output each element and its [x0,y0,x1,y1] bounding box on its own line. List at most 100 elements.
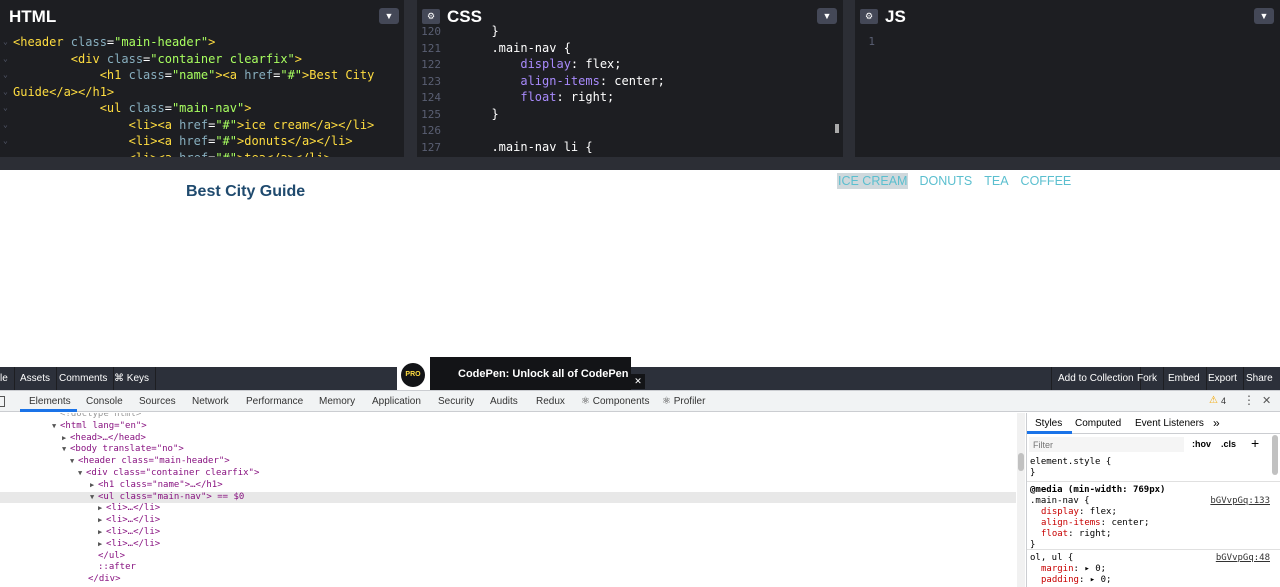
fold-chevron-icon[interactable]: ⌄ [3,51,8,68]
html-pane-menu-chevron-icon[interactable]: ▼ [379,8,399,24]
expand-arrow-icon[interactable]: ▶ [98,539,102,551]
expand-arrow-icon[interactable]: ▶ [98,527,102,539]
fork-button[interactable]: Fork [1131,367,1164,390]
computed-tab[interactable]: Computed [1075,418,1121,429]
editor-preview-resizer[interactable] [0,157,1280,170]
css-pane-menu-chevron-icon[interactable]: ▼ [817,8,837,24]
expand-arrow-icon[interactable]: ▶ [62,433,66,445]
expand-arrow-icon[interactable]: ▶ [90,480,94,492]
new-rule-plus-icon[interactable]: + [1251,435,1259,451]
inspect-element-icon[interactable] [0,396,5,407]
dom-node-row[interactable]: ::after [0,562,1016,574]
event-listeners-tab[interactable]: Event Listeners [1135,418,1204,429]
dom-node-row[interactable]: ▼ <ul class="main-nav"> == $0 [0,491,1016,504]
pro-popup-close-icon[interactable]: ✕ [631,374,645,389]
tab-memory[interactable]: Memory [319,391,355,412]
dom-node-row[interactable]: ▶ <h1 class="name">…</h1> [0,480,1016,492]
fold-chevron-icon[interactable]: ⌄ [3,67,8,84]
elements-dom-tree[interactable]: <!doctype html> ▼ <html lang="en"> ▶ <head>…… [0,413,1016,587]
devtools-close-icon[interactable]: ✕ [1262,394,1271,407]
styles-scrollbar-thumb[interactable] [1272,435,1278,475]
dom-node-row[interactable]: ▶ <li>…</li> [0,515,1016,527]
fold-chevron-icon[interactable]: ⌄ [3,34,8,51]
dom-node-row[interactable]: <!doctype html> [0,413,1016,421]
css-js-divider[interactable] [843,0,855,157]
html-css-divider[interactable] [404,0,417,157]
pro-upsell-popup[interactable]: PRO CodePen: Unlock all of CodePen [397,357,631,390]
devtools-menu-icon[interactable]: ⋮ [1243,393,1255,407]
warning-icon[interactable]: ⚠ [1209,395,1218,406]
html-code-area[interactable]: ⌄ <header class="main-header"> ⌄ <div clas… [0,32,404,157]
ol-ul-property-row[interactable]: padding: ▸ 0; [1041,575,1278,586]
expand-arrow-icon[interactable]: ▶ [98,515,102,527]
tab-sources[interactable]: Sources [139,391,176,412]
dom-node-row[interactable]: ▼ <header class="main-header"> [0,456,1016,468]
dom-node-row[interactable]: ▶ <li>…</li> [0,539,1016,551]
js-code-area[interactable]: 1 [855,32,1280,157]
share-button[interactable]: Share [1240,367,1279,390]
ol-ul-rule[interactable]: ol, ul { bGVvpGq:48 margin: ▸ 0; padding:… [1030,553,1278,586]
main-nav-rule-source-link[interactable]: bGVvpGq:133 [1210,496,1270,507]
tab-console[interactable]: Console [86,391,123,412]
css-scrollbar[interactable] [835,124,839,133]
ol-ul-property-row[interactable]: margin: ▸ 0; [1041,564,1278,575]
embed-button[interactable]: Embed [1162,367,1207,390]
fold-chevron-icon[interactable]: ⌄ [3,100,8,117]
fold-chevron-icon[interactable]: ⌄ [3,150,8,158]
expand-arrow-icon[interactable]: ▼ [52,421,56,433]
fold-chevron-icon[interactable]: ⌄ [3,133,8,150]
css-code-area[interactable]: 120 } 121 .main-nav {122 display: flex; 12… [417,24,843,157]
keys-link[interactable]: ⌘ Keys [108,367,157,390]
more-tabs-chevron-icon[interactable]: » [1213,416,1220,430]
assets-link[interactable]: Assets [14,367,58,390]
dom-node-row[interactable]: ▶ <head>…</head> [0,433,1016,445]
ol-ul-rule-source-link[interactable]: bGVvpGq:48 [1216,553,1270,564]
tab-redux[interactable]: Redux [536,391,565,412]
styles-tab[interactable]: Styles [1035,418,1062,429]
fold-chevron-icon[interactable]: ⌄ [3,117,8,134]
expand-arrow-icon[interactable]: ▶ [98,503,102,515]
element-style-rule[interactable]: element.style { } [1030,457,1111,479]
class-toggle[interactable]: .cls [1221,439,1236,449]
main-nav-property-row[interactable]: display: flex; [1041,507,1278,518]
tab-elements[interactable]: Elements [29,391,71,412]
warning-count[interactable]: 4 [1221,396,1226,406]
tab-security[interactable]: Security [438,391,474,412]
expand-arrow-icon[interactable]: ▼ [70,456,74,468]
dom-node-row[interactable]: ▼ <html lang="en"> [0,421,1016,433]
dom-node-row[interactable]: ▼ <body translate="no"> [0,444,1016,456]
main-nav-rule[interactable]: @media (min-width: 769px) .main-nav { bG… [1030,485,1278,551]
expand-arrow-icon[interactable]: ▼ [78,468,82,480]
site-title[interactable]: Best City Guide [186,183,305,201]
tab-components[interactable]: ⚛ Components [581,391,649,412]
export-button[interactable]: Export [1202,367,1244,390]
js-settings-gear-icon[interactable]: ⚙ [860,9,878,24]
tab-network[interactable]: Network [192,391,229,412]
dom-node-row[interactable]: ▶ <li>…</li> [0,503,1016,515]
dom-node-row[interactable]: </div> [0,574,1016,586]
main-nav-property-row[interactable]: align-items: center; [1041,518,1278,529]
elements-scrollbar[interactable] [1017,413,1025,587]
nav-link-tea[interactable]: TEA [984,174,1008,188]
expand-arrow-icon[interactable]: ▼ [90,492,94,504]
fold-chevron-icon[interactable]: ⌄ [3,84,8,101]
expand-arrow-icon[interactable]: ▼ [62,444,66,456]
js-pane-menu-chevron-icon[interactable]: ▼ [1254,8,1274,24]
hover-state-toggle[interactable]: :hov [1192,439,1211,449]
tab-profiler[interactable]: ⚛ Profiler [662,391,705,412]
nav-link-coffee[interactable]: COFFEE [1021,174,1072,188]
tab-performance[interactable]: Performance [246,391,303,412]
add-to-collection-button[interactable]: Add to Collection [1051,367,1141,390]
nav-link-donuts[interactable]: DONUTS [919,174,972,188]
dom-node-row[interactable]: </ul> [0,551,1016,563]
comments-link[interactable]: Comments [53,367,115,390]
elements-scroll-thumb[interactable] [1018,453,1024,471]
tab-audits[interactable]: Audits [490,391,518,412]
console-link[interactable]: le [0,367,15,390]
main-nav-property-row[interactable]: float: right; [1041,529,1278,540]
nav-link-ice-cream[interactable]: ICE CREAM [837,173,909,189]
css-settings-gear-icon[interactable]: ⚙ [422,9,440,24]
dom-node-row[interactable]: ▼ <div class="container clearfix"> [0,468,1016,480]
styles-filter-input[interactable] [1029,437,1184,452]
dom-node-row[interactable]: ▶ <li>…</li> [0,527,1016,539]
